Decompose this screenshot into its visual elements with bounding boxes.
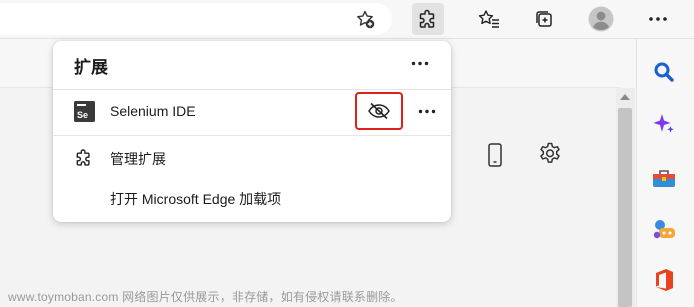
settings-more-button[interactable] [642, 3, 674, 35]
panel-divider [53, 135, 451, 136]
hide-from-toolbar-button[interactable] [355, 92, 403, 130]
profile-button[interactable] [585, 3, 617, 35]
search-icon[interactable] [646, 54, 682, 90]
panel-more-button[interactable] [406, 51, 434, 75]
ellipsis-icon [649, 17, 667, 21]
extension-name: Selenium IDE [110, 103, 196, 119]
menu-item-label: 打开 Microsoft Edge 加载项 [110, 191, 282, 207]
browser-toolbar [0, 0, 694, 39]
address-bar[interactable] [0, 3, 392, 35]
office-icon[interactable] [646, 262, 682, 298]
copilot-sparkle-icon[interactable] [646, 106, 682, 142]
extensions-button[interactable] [412, 3, 444, 35]
collections-button[interactable] [528, 3, 560, 35]
scrollbar-thumb[interactable] [618, 108, 632, 307]
add-favorite-icon[interactable] [349, 3, 381, 35]
phone-icon[interactable] [481, 141, 509, 169]
extensions-panel: 扩展 Se Selenium IDE 管理扩展 打开 Microsoft Edg… [53, 41, 451, 222]
favorites-star-list-icon [478, 10, 499, 28]
menu-item-label: 管理扩展 [110, 151, 166, 167]
avatar-icon [588, 6, 614, 32]
games-icon[interactable] [646, 211, 682, 247]
panel-title: 扩展 [74, 58, 108, 77]
favorites-button[interactable] [473, 3, 505, 35]
extension-item-selenium-ide[interactable]: Se Selenium IDE [53, 90, 451, 135]
eye-hidden-icon [368, 102, 390, 120]
extension-more-button[interactable] [413, 98, 441, 124]
selenium-logo-icon: Se [74, 101, 95, 122]
ellipsis-icon [411, 61, 429, 65]
watermark-text: www.toymoban.com 网络图片仅供展示，非存储，如有侵权请联系删除。 [8, 290, 403, 304]
puzzle-icon [419, 9, 435, 28]
puzzle-icon [76, 149, 90, 166]
open-edge-addons-item[interactable]: 打开 Microsoft Edge 加载项 [53, 180, 451, 216]
scroll-up-arrow-icon[interactable] [619, 92, 631, 102]
gear-icon[interactable] [536, 140, 564, 168]
ellipsis-icon [418, 109, 436, 113]
collections-icon [536, 11, 552, 27]
manage-extensions-item[interactable]: 管理扩展 [53, 140, 451, 176]
toolbox-icon[interactable] [646, 160, 682, 196]
